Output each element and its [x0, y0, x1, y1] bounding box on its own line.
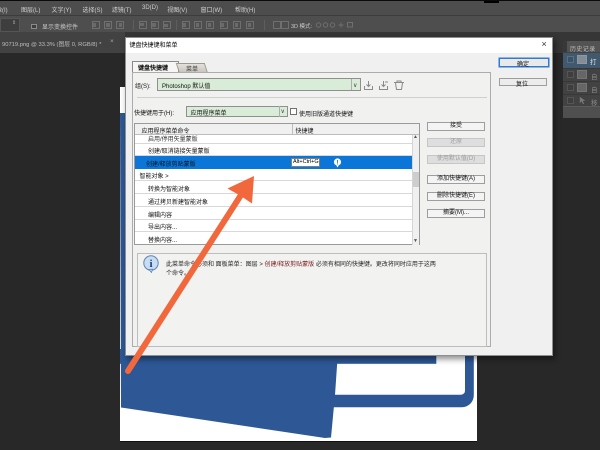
svg-text:i: i: [149, 258, 152, 270]
svg-text:!: !: [336, 160, 338, 167]
